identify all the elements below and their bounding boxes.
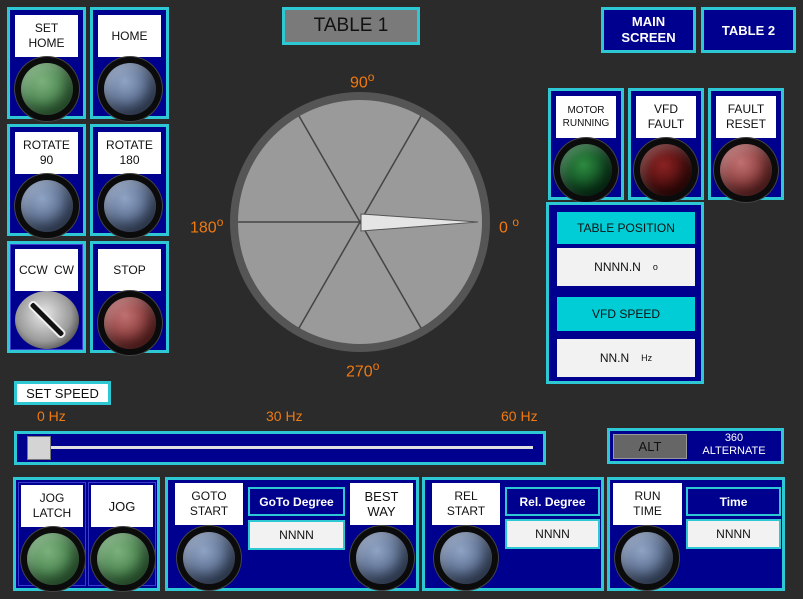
fault-reset-tile: FAULT RESET — [708, 88, 784, 202]
alt-button[interactable]: ALT — [613, 434, 687, 459]
page-title-box: TABLE 1 — [282, 7, 420, 45]
vfd-speed-number: NN.N — [599, 351, 630, 365]
jog-latch-button[interactable] — [21, 527, 85, 591]
dial-label-90: 90o — [350, 70, 374, 92]
time-input[interactable]: NNNN — [686, 519, 781, 549]
vfd-fault-tile: VFD FAULT — [628, 88, 704, 202]
jog-latch-label: JOG LATCH — [21, 485, 83, 527]
fault-reset-button[interactable] — [714, 138, 778, 202]
speed-min-label: 0 Hz — [37, 408, 66, 424]
table-position-dial — [230, 92, 490, 352]
jog-label: JOG — [91, 485, 153, 527]
jog-latch-cell: JOG LATCH — [18, 482, 86, 591]
direction-selector-tile: CCW CW — [7, 241, 86, 353]
table-position-label: TABLE POSITION — [557, 212, 695, 244]
ccw-label: CCW — [19, 262, 48, 277]
degree-symbol: o — [512, 215, 520, 229]
speed-mid-label: 30 Hz — [266, 408, 303, 424]
goto-degree-header: GoTo Degree — [248, 487, 345, 516]
rotate90-button[interactable] — [15, 174, 79, 238]
direction-selector-switch[interactable] — [15, 291, 79, 349]
vfd-speed-value: NN.N Hz — [557, 339, 695, 377]
dial-270-text: 270 — [346, 363, 373, 381]
best-way-button[interactable] — [350, 526, 414, 590]
run-time-button[interactable] — [615, 526, 679, 590]
rotate180-button[interactable] — [98, 174, 162, 238]
stop-label: STOP — [98, 249, 161, 291]
goto-group: GOTO START GoTo Degree NNNN BEST WAY — [165, 477, 419, 591]
table-position-unit: o — [652, 262, 658, 272]
speed-slider[interactable] — [14, 431, 546, 465]
status-panel: TABLE POSITION NNNN.N o VFD SPEED NN.N H… — [546, 202, 704, 384]
stop-button[interactable] — [98, 291, 162, 355]
rotate180-tile: ROTATE 180 — [90, 124, 169, 238]
dial-label-180: 180o — [190, 215, 223, 237]
dial-90-text: 90 — [350, 74, 368, 92]
slider-track — [27, 446, 533, 449]
dial-label-0: 0 o — [499, 215, 519, 237]
best-way-label: BEST WAY — [350, 483, 413, 525]
set-home-label: SET HOME — [15, 15, 78, 57]
jog-button[interactable] — [91, 527, 155, 591]
goto-start-button[interactable] — [177, 526, 241, 590]
alt-panel: ALT 360 ALTERNATE — [607, 428, 784, 464]
rel-group: REL START Rel. Degree NNNN — [422, 477, 604, 591]
speed-max-label: 60 Hz — [501, 408, 538, 424]
stop-tile: STOP — [90, 241, 169, 355]
main-screen-button[interactable]: MAIN SCREEN — [601, 7, 696, 53]
selector-knob-icon — [26, 299, 68, 340]
table2-button[interactable]: TABLE 2 — [701, 7, 796, 53]
vfd-speed-label: VFD SPEED — [557, 297, 695, 331]
cw-label: CW — [54, 262, 74, 277]
jog-group: JOG LATCH JOG — [13, 477, 160, 591]
set-home-tile: SET HOME — [7, 7, 86, 121]
rel-degree-input[interactable]: NNNN — [505, 519, 600, 549]
slider-handle[interactable] — [27, 436, 51, 460]
run-time-group: RUN TIME Time NNNN — [607, 477, 785, 591]
home-label: HOME — [98, 15, 161, 57]
degree-symbol: o — [367, 70, 375, 84]
home-tile: HOME — [90, 7, 169, 121]
fault-reset-label: FAULT RESET — [716, 96, 776, 138]
motor-running-indicator — [554, 138, 618, 202]
run-time-label: RUN TIME — [613, 483, 682, 525]
motor-running-tile: MOTOR RUNNING — [548, 88, 624, 202]
degree-symbol: o — [372, 359, 380, 373]
time-header: Time — [686, 487, 781, 516]
alt-description: 360 ALTERNATE — [702, 432, 766, 457]
rotate90-tile: ROTATE 90 — [7, 124, 86, 238]
motor-running-label: MOTOR RUNNING — [556, 96, 616, 138]
home-button[interactable] — [98, 57, 162, 121]
set-speed-label: SET SPEED — [26, 385, 99, 401]
vfd-fault-label: VFD FAULT — [636, 96, 696, 138]
table-position-number: NNNN.N — [594, 260, 641, 274]
dial-180-text: 180 — [190, 219, 217, 237]
goto-degree-input[interactable]: NNNN — [248, 520, 345, 550]
jog-cell: JOG — [88, 482, 156, 591]
rel-degree-header: Rel. Degree — [505, 487, 600, 516]
rotate90-label: ROTATE 90 — [15, 132, 78, 174]
vfd-fault-indicator — [634, 138, 698, 202]
page-title: TABLE 1 — [313, 15, 389, 36]
goto-start-label: GOTO START — [175, 483, 243, 525]
dial-0-text: 0 — [499, 219, 508, 237]
rotate180-label: ROTATE 180 — [98, 132, 161, 174]
set-speed-label-box: SET SPEED — [14, 381, 111, 405]
rel-start-button[interactable] — [434, 526, 498, 590]
vfd-speed-unit: Hz — [641, 353, 653, 363]
direction-selector-label: CCW CW — [15, 249, 78, 291]
set-home-button[interactable] — [15, 57, 79, 121]
rel-start-label: REL START — [432, 483, 500, 525]
table-position-value: NNNN.N o — [557, 248, 695, 286]
dial-label-270: 270o — [346, 359, 379, 381]
degree-symbol: o — [216, 215, 224, 229]
